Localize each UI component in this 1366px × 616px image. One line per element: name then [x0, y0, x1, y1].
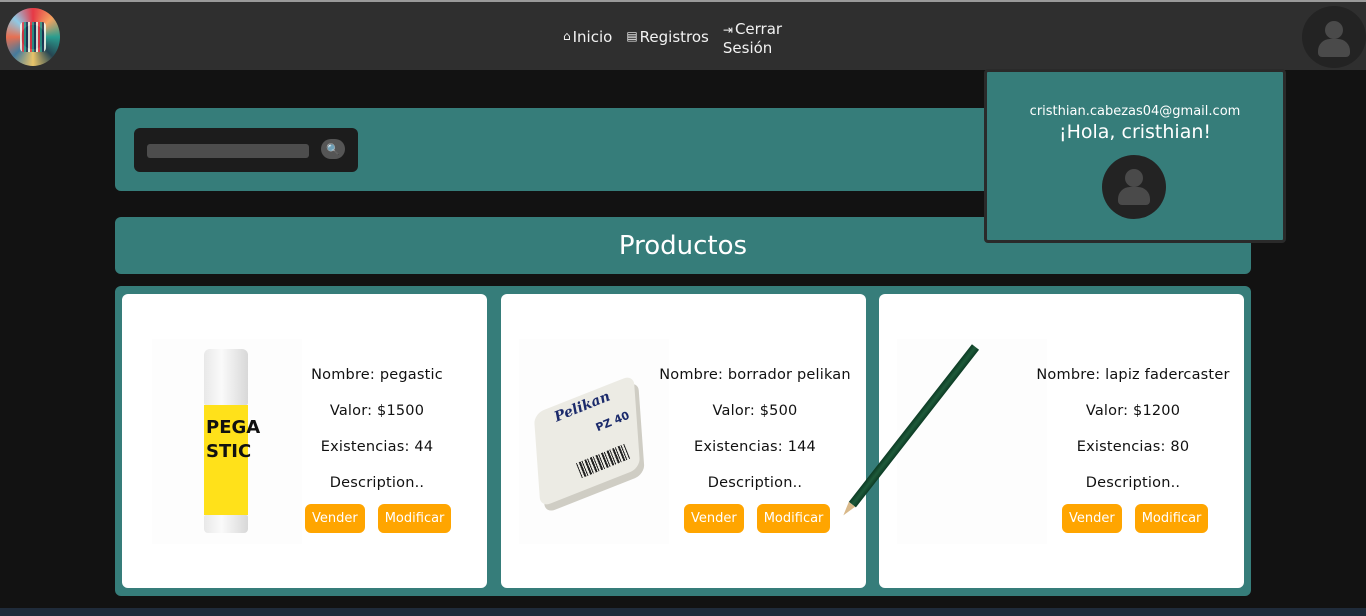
product-price: Valor: $1200 — [1085, 403, 1181, 419]
product-price: Valor: $500 — [712, 403, 798, 419]
products-grid: PEGA STIC Nombre: pegastic Valor: $1500 … — [115, 286, 1251, 596]
user-body-icon — [1118, 187, 1150, 205]
search-input[interactable] — [147, 144, 309, 158]
home-icon: ⌂ — [563, 29, 571, 43]
nav-item-label: Inicio — [572, 28, 613, 46]
product-stock: Existencias: 80 — [1076, 439, 1190, 455]
product-card: Pelikan PZ 40 Nombre: borrador pelikan V… — [501, 294, 866, 588]
product-image — [848, 339, 1047, 544]
product-info: Nombre: borrador pelikan Valor: $500 Exi… — [655, 366, 855, 510]
app-logo[interactable] — [6, 8, 60, 66]
product-actions: Vender Modificar — [305, 504, 452, 533]
nav-item-inicio[interactable]: ⌂ Inicio — [563, 20, 612, 46]
pencil-image — [848, 344, 1051, 537]
nav-item-label: Registros — [639, 28, 709, 46]
search-button[interactable]: 🔍 — [321, 139, 345, 159]
main-nav: ⌂ Inicio ▤ Registros ⇥ Cerrar Sesión — [563, 20, 782, 60]
search-icon: 🔍 — [326, 142, 340, 156]
taskbar — [0, 608, 1366, 616]
top-navbar: ⌂ Inicio ▤ Registros ⇥ Cerrar Sesión — [0, 0, 1366, 70]
product-name: Nombre: pegastic — [311, 367, 443, 383]
product-card: Nombre: lapiz fadercaster Valor: $1200 E… — [848, 294, 1244, 588]
profile-avatar — [1102, 155, 1166, 219]
product-card: PEGA STIC Nombre: pegastic Valor: $1500 … — [122, 294, 487, 588]
product-price: Valor: $1500 — [329, 403, 425, 419]
logout-icon: ⇥ — [722, 23, 733, 37]
product-name: Nombre: borrador pelikan — [659, 367, 851, 383]
sell-button[interactable]: Vender — [305, 504, 365, 533]
product-stock: Existencias: 144 — [694, 439, 816, 455]
profile-popover: cristhian.cabezas04@gmail.com ¡Hola, cri… — [984, 69, 1286, 243]
nav-item-logout[interactable]: ⇥ Cerrar Sesión — [723, 20, 782, 57]
product-actions: Vender Modificar — [1062, 504, 1209, 533]
eraser-image: Pelikan PZ 40 — [533, 374, 643, 508]
search-box: 🔍 — [134, 128, 358, 172]
edit-button[interactable]: Modificar — [1134, 504, 1209, 533]
user-head-icon — [1325, 21, 1343, 39]
logout-label-line1: Cerrar — [734, 20, 783, 38]
nav-item-registros[interactable]: ▤ Registros — [626, 20, 709, 46]
sell-button[interactable]: Vender — [684, 504, 744, 533]
product-name: Nombre: lapiz fadercaster — [1036, 367, 1230, 383]
user-head-icon — [1125, 169, 1143, 187]
edit-button[interactable]: Modificar — [377, 504, 452, 533]
profile-email: cristhian.cabezas04@gmail.com — [1029, 104, 1241, 119]
product-info: Nombre: lapiz fadercaster Valor: $1200 E… — [1033, 366, 1233, 510]
product-info: Nombre: pegastic Valor: $1500 Existencia… — [277, 366, 477, 510]
product-stock: Existencias: 44 — [320, 439, 434, 455]
user-body-icon — [1318, 39, 1350, 57]
glue-stick-image: PEGA STIC — [204, 349, 261, 533]
sell-button[interactable]: Vender — [1062, 504, 1122, 533]
edit-button[interactable]: Modificar — [756, 504, 831, 533]
product-actions: Vender Modificar — [684, 504, 831, 533]
product-image: Pelikan PZ 40 — [519, 339, 669, 544]
glue-label-bottom: STIC — [206, 441, 252, 462]
register-icon: ▤ — [626, 29, 638, 43]
glue-label-top: PEGA — [206, 417, 261, 438]
user-avatar-button[interactable] — [1302, 6, 1366, 68]
logout-label-line2: Sesión — [722, 39, 773, 57]
profile-greeting: ¡Hola, cristhian! — [1058, 121, 1212, 143]
